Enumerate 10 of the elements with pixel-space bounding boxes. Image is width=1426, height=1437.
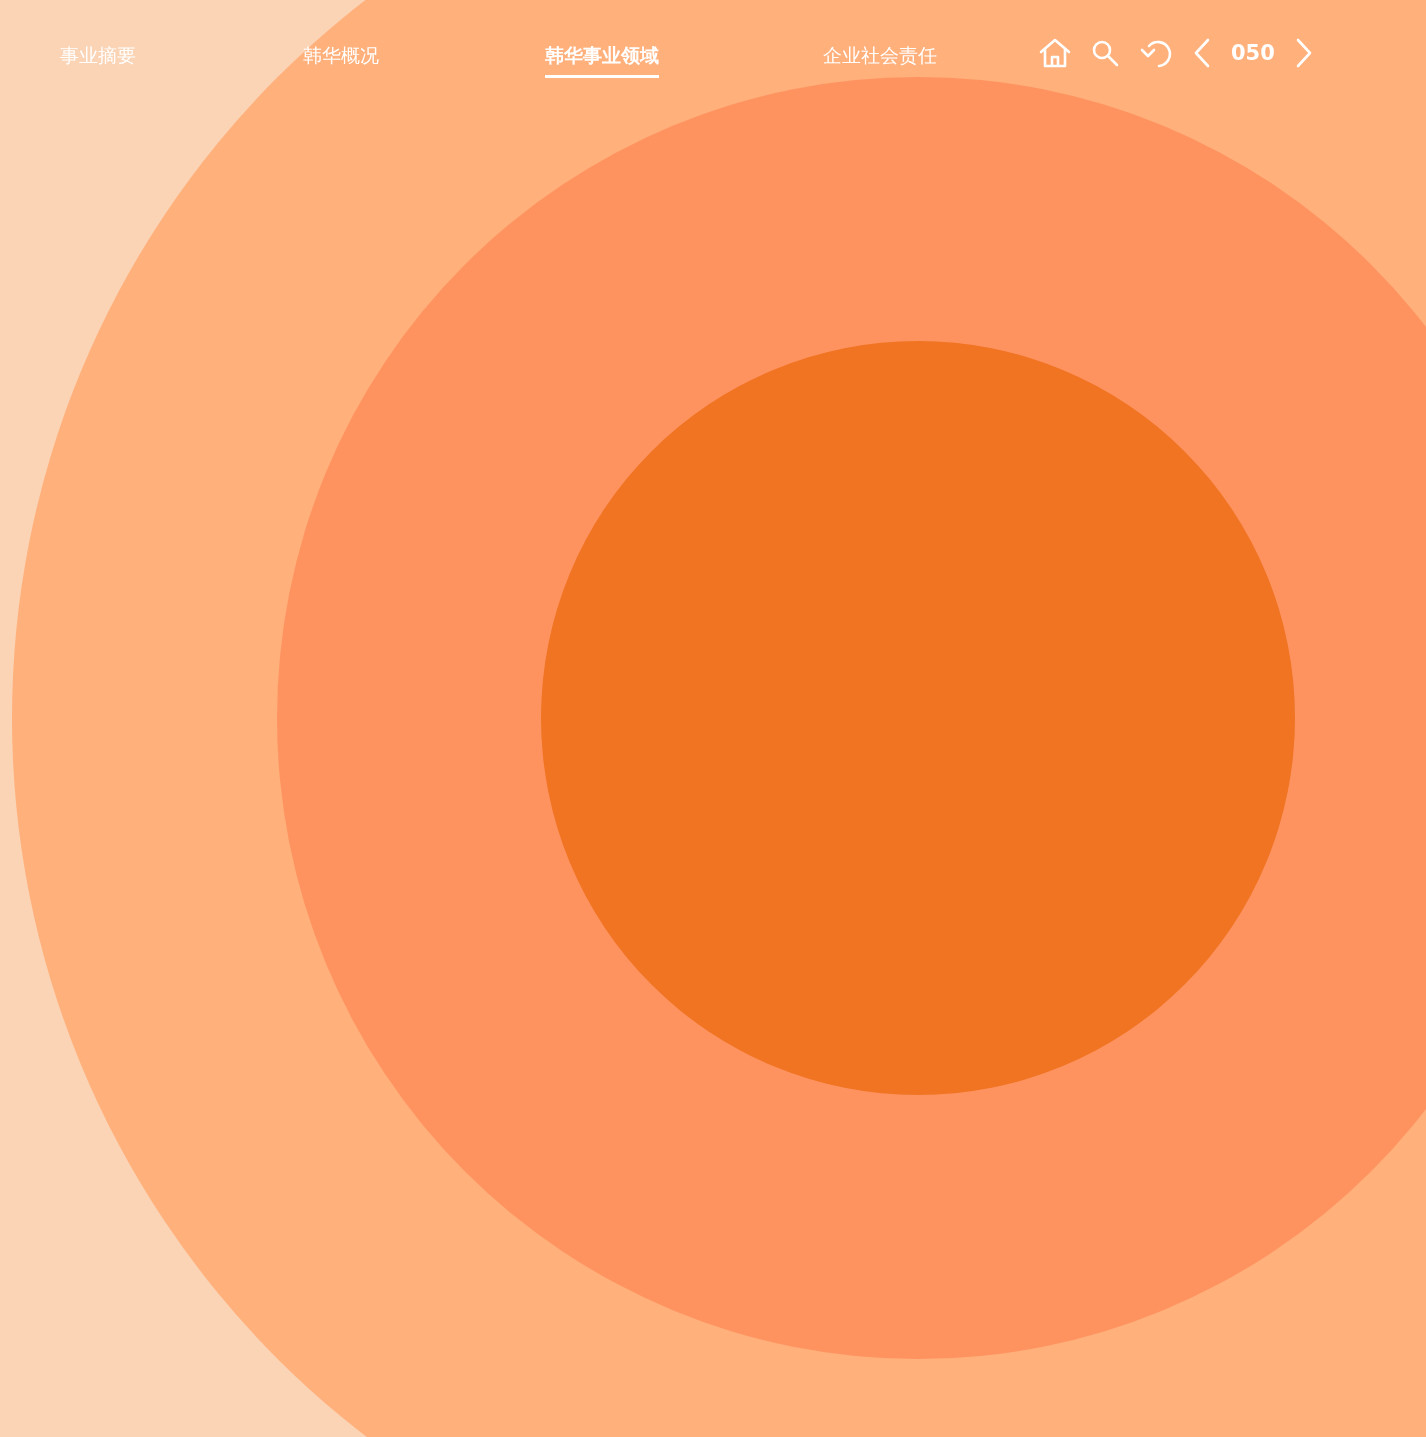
- nav-tab[interactable]: 韩华概况: [303, 42, 379, 78]
- next-icon[interactable]: [1294, 38, 1313, 68]
- nav-tab[interactable]: 韩华事业领域: [545, 42, 659, 78]
- undo-icon[interactable]: [1139, 38, 1173, 68]
- home-icon[interactable]: [1039, 38, 1071, 68]
- nav-tab[interactable]: 事业摘要: [60, 42, 136, 78]
- previous-icon[interactable]: [1193, 38, 1211, 68]
- page-number: 050: [1231, 41, 1275, 65]
- search-icon[interactable]: [1091, 39, 1119, 67]
- nav-tab[interactable]: 企业社会责任: [823, 42, 937, 78]
